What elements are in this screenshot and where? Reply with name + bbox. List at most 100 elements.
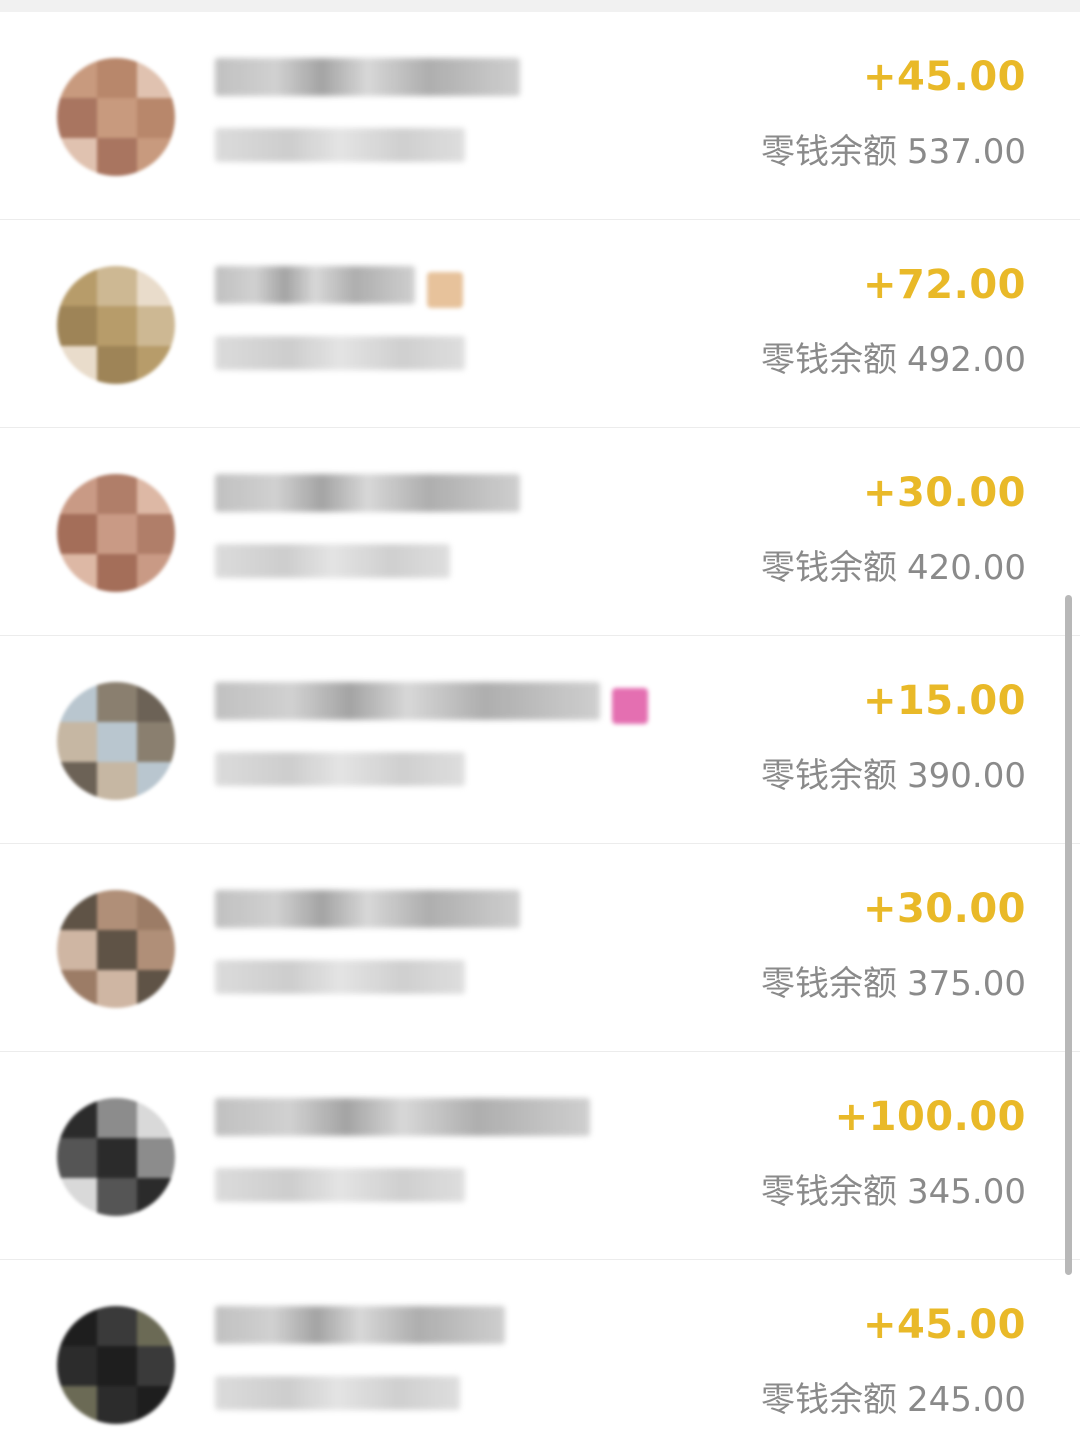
scrollbar[interactable]: [1065, 595, 1072, 1275]
avatar-pixel: [137, 266, 175, 306]
balance: 零钱余额 375.00: [761, 956, 1026, 1005]
amount: +45.00: [862, 1302, 1026, 1348]
avatar-pixel: [137, 1386, 175, 1424]
avatar: [57, 890, 175, 1008]
redacted-timestamp: [215, 960, 465, 994]
avatar-pixel: [137, 682, 175, 722]
avatar-pixel: [137, 306, 175, 346]
transaction-row[interactable]: +72.00 零钱余额 492.00: [0, 220, 1080, 428]
balance-value: 420.00: [907, 548, 1026, 588]
avatar-pixel: [57, 722, 97, 762]
avatar-pixel: [57, 266, 97, 306]
avatar: [57, 1306, 175, 1424]
avatar-pixel: [57, 682, 97, 722]
avatar-pixel: [137, 1098, 175, 1138]
transaction-row[interactable]: +15.00 零钱余额 390.00: [0, 636, 1080, 844]
avatar-pixel: [57, 970, 97, 1008]
avatar-pixel: [57, 762, 97, 800]
avatar-pixel: [137, 890, 175, 930]
avatar-pixel: [137, 762, 175, 800]
avatar-pixel: [137, 1178, 175, 1216]
balance: 零钱余额 345.00: [761, 1164, 1026, 1213]
avatar-pixel: [97, 722, 137, 762]
avatar-pixel: [137, 98, 175, 138]
amount: +45.00: [862, 54, 1026, 100]
avatar-pixel: [97, 138, 137, 176]
avatar: [57, 1098, 175, 1216]
balance-label: 零钱余额: [761, 1380, 898, 1420]
top-strip: [0, 0, 1080, 12]
avatar-pixel: [97, 1306, 137, 1346]
avatar-pixel: [97, 514, 137, 554]
balance-value: 537.00: [907, 132, 1026, 172]
avatar-pixel: [57, 346, 97, 384]
avatar-pixel: [97, 474, 137, 514]
transaction-row[interactable]: +100.00 零钱余额 345.00: [0, 1052, 1080, 1260]
balance-label: 零钱余额: [761, 548, 898, 588]
avatar-pixel: [137, 1306, 175, 1346]
redacted-emoji: [427, 272, 463, 308]
avatar-pixel: [57, 474, 97, 514]
balance-value: 492.00: [907, 340, 1026, 380]
avatar-pixel: [97, 1098, 137, 1138]
avatar-pixel: [57, 890, 97, 930]
balance-value: 245.00: [907, 1380, 1026, 1420]
avatar: [57, 266, 175, 384]
transaction-row[interactable]: +45.00 零钱余额 537.00: [0, 12, 1080, 220]
transaction-row[interactable]: +30.00 零钱余额 375.00: [0, 844, 1080, 1052]
avatar-pixel: [97, 306, 137, 346]
avatar-pixel: [57, 58, 97, 98]
redacted-timestamp: [215, 752, 465, 786]
balance: 零钱余额 537.00: [761, 124, 1026, 173]
balance-value: 375.00: [907, 964, 1026, 1004]
redacted-name: [215, 682, 600, 720]
amount: +30.00: [862, 470, 1026, 516]
redacted-name: [215, 266, 415, 304]
avatar-pixel: [137, 722, 175, 762]
avatar-pixel: [57, 1178, 97, 1216]
balance-label: 零钱余额: [761, 756, 898, 796]
balance-value: 390.00: [907, 756, 1026, 796]
avatar-pixel: [57, 554, 97, 592]
amount: +72.00: [862, 262, 1026, 308]
amount: +30.00: [862, 886, 1026, 932]
redacted-emoji: [612, 688, 648, 724]
redacted-name: [215, 1098, 590, 1136]
transaction-row[interactable]: +30.00 零钱余额 420.00: [0, 428, 1080, 636]
avatar-pixel: [137, 554, 175, 592]
avatar-pixel: [57, 306, 97, 346]
balance-label: 零钱余额: [761, 1172, 898, 1212]
redacted-timestamp: [215, 336, 465, 370]
avatar-pixel: [137, 930, 175, 970]
transaction-row[interactable]: +45.00 零钱余额 245.00: [0, 1260, 1080, 1440]
avatar-pixel: [137, 474, 175, 514]
redacted-name: [215, 474, 520, 512]
balance-label: 零钱余额: [761, 964, 898, 1004]
avatar-pixel: [97, 1346, 137, 1386]
avatar-pixel: [137, 1138, 175, 1178]
transaction-list[interactable]: +45.00 零钱余额 537.00 +72.00 零钱余额 492.00 +30.00 零钱…: [0, 12, 1080, 1440]
avatar-pixel: [137, 1346, 175, 1386]
balance: 零钱余额 245.00: [761, 1372, 1026, 1421]
avatar-pixel: [57, 1138, 97, 1178]
balance: 零钱余额 390.00: [761, 748, 1026, 797]
avatar-pixel: [97, 346, 137, 384]
avatar-pixel: [97, 890, 137, 930]
redacted-timestamp: [215, 128, 465, 162]
avatar-pixel: [57, 98, 97, 138]
avatar-pixel: [97, 1178, 137, 1216]
avatar-pixel: [137, 346, 175, 384]
amount: +15.00: [862, 678, 1026, 724]
avatar-pixel: [97, 762, 137, 800]
balance-value: 345.00: [907, 1172, 1026, 1212]
avatar-pixel: [97, 970, 137, 1008]
avatar-pixel: [97, 98, 137, 138]
balance-label: 零钱余额: [761, 132, 898, 172]
avatar-pixel: [97, 682, 137, 722]
balance: 零钱余额 492.00: [761, 332, 1026, 381]
avatar-pixel: [97, 554, 137, 592]
avatar-pixel: [57, 930, 97, 970]
avatar-pixel: [97, 266, 137, 306]
redacted-timestamp: [215, 544, 450, 578]
redacted-timestamp: [215, 1376, 460, 1410]
